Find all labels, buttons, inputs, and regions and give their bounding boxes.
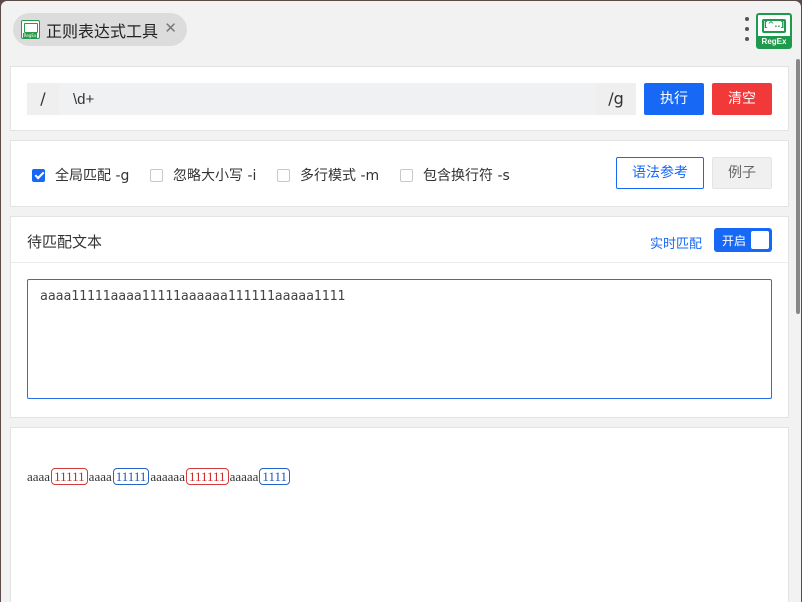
title-bar: 正则表达式工具 ✕ [^..] RegEx (1, 1, 801, 55)
logo-text: RegEx (758, 36, 790, 47)
app-window: 正则表达式工具 ✕ [^..] RegEx / /g 执行 清空 全局匹配 -g… (1, 1, 801, 602)
toggle-label: 开启 (722, 234, 747, 248)
match-highlight: 111111 (185, 468, 229, 485)
ignore-case-checkbox[interactable] (150, 168, 163, 182)
option-label: 多行模式 -m (300, 168, 380, 184)
source-text-title: 待匹配文本 (27, 233, 103, 251)
app-tab[interactable]: 正则表达式工具 ✕ (13, 13, 187, 46)
regex-prefix: / (27, 83, 59, 115)
regex-pattern-input[interactable] (59, 83, 596, 115)
option-label: 全局匹配 -g (55, 168, 130, 184)
match-result-card: aaaa 11111 aaaa 11111 aaaaaa 111111 aaaaa 1111 (10, 427, 789, 602)
execute-button[interactable]: 执行 (644, 83, 704, 115)
match-result-text: aaaa 11111 aaaa 11111 aaaaaa 111111 aaaaa 1111 (27, 468, 291, 485)
regex-input-card: / /g 执行 清空 (10, 66, 789, 131)
dotall-checkbox[interactable] (400, 168, 413, 182)
clear-button[interactable]: 清空 (712, 83, 772, 115)
option-label: 忽略大小写 -i (173, 168, 257, 184)
unmatched-text: aaaa (88, 468, 112, 484)
syntax-reference-button[interactable]: 语法参考 (616, 157, 704, 189)
regex-logo: [^..] RegEx (756, 13, 792, 49)
unmatched-text: aaaaaa (150, 468, 185, 484)
match-highlight: 11111 (51, 468, 88, 485)
option-ignore-case[interactable]: 忽略大小写 -i (150, 165, 256, 185)
regex-app-icon (21, 20, 40, 39)
realtime-match-label: 实时匹配 (650, 237, 703, 252)
unmatched-text: aaaaa (229, 468, 259, 484)
option-multiline[interactable]: 多行模式 -m (277, 165, 379, 185)
example-button[interactable]: 例子 (712, 157, 772, 189)
logo-symbol: [^..] (762, 19, 786, 33)
realtime-match-toggle[interactable]: 开启 (714, 228, 772, 252)
scrollbar[interactable] (796, 59, 800, 314)
global-checkbox[interactable] (32, 168, 45, 182)
option-global[interactable]: 全局匹配 -g (32, 165, 129, 185)
multiline-checkbox[interactable] (277, 168, 290, 182)
source-text-header: 待匹配文本 实时匹配 开启 (11, 217, 788, 263)
option-dotall[interactable]: 包含换行符 -s (400, 165, 510, 185)
regex-flags-suffix: /g (596, 83, 636, 115)
options-card: 全局匹配 -g 忽略大小写 -i 多行模式 -m 包含换行符 -s 语法参考 例… (10, 140, 789, 207)
close-icon[interactable]: ✕ (164, 21, 177, 36)
source-text-card: 待匹配文本 实时匹配 开启 aaaa11111aaaa11111aaaaaa11… (10, 216, 789, 418)
match-highlight: 11111 (112, 468, 150, 485)
tab-title: 正则表达式工具 (46, 21, 159, 41)
option-label: 包含换行符 -s (423, 168, 510, 184)
unmatched-text: aaaa (27, 468, 51, 484)
more-menu-icon[interactable] (744, 17, 750, 41)
toggle-knob (751, 231, 769, 249)
match-highlight: 1111 (259, 468, 290, 485)
source-text-input[interactable]: aaaa11111aaaa11111aaaaaa111111aaaaa1111 (27, 279, 772, 399)
